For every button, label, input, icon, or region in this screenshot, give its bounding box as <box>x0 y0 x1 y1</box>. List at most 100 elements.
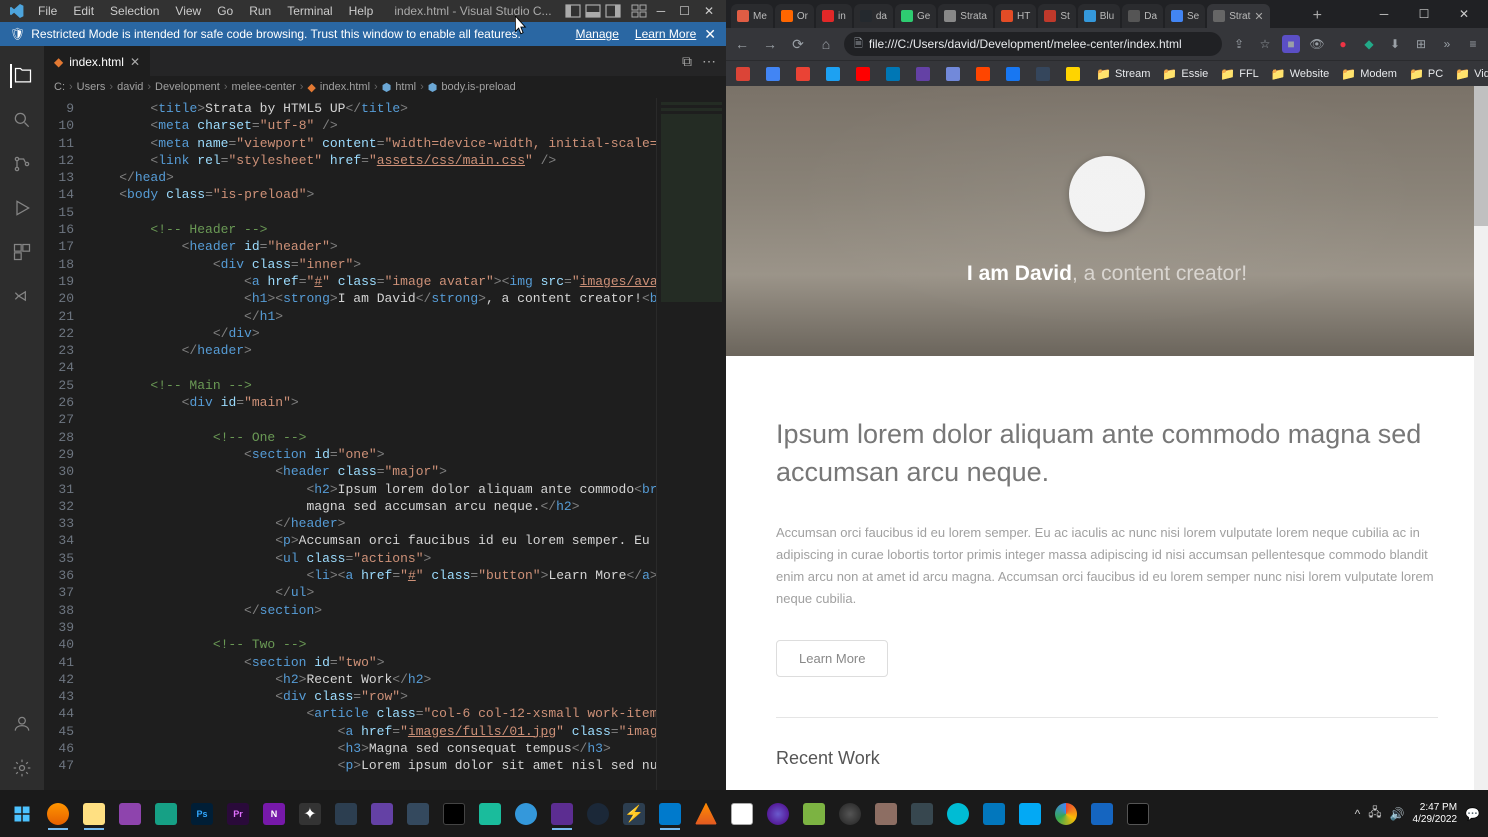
explorer-icon[interactable] <box>10 64 34 88</box>
taskbar-onenote[interactable]: N <box>258 796 290 832</box>
customize-layout-icon[interactable] <box>631 3 647 19</box>
menu-view[interactable]: View <box>167 2 209 20</box>
bookmark-item[interactable] <box>762 65 788 83</box>
taskbar-vscode[interactable] <box>654 796 686 832</box>
taskbar-app-6[interactable] <box>438 796 470 832</box>
toggle-panel-right-icon[interactable] <box>605 3 621 19</box>
taskbar-app-7[interactable] <box>474 796 506 832</box>
taskbar-app-15[interactable] <box>942 796 974 832</box>
menu-file[interactable]: File <box>30 2 65 20</box>
taskbar-photoshop[interactable]: Ps <box>186 796 218 832</box>
ext-icon-3[interactable]: ● <box>1334 35 1352 53</box>
downloads-icon[interactable]: ⬇ <box>1386 35 1404 53</box>
tray-chevron-icon[interactable]: ^ <box>1355 807 1361 821</box>
bookmark-item[interactable] <box>1062 65 1088 83</box>
notifications-icon[interactable]: 💬 <box>1465 807 1480 821</box>
toggle-panel-left-icon[interactable] <box>565 3 581 19</box>
bookmark-item[interactable]: 📁Stream <box>1092 65 1154 83</box>
menu-edit[interactable]: Edit <box>65 2 102 20</box>
start-button[interactable] <box>4 796 40 832</box>
toggle-panel-bottom-icon[interactable] <box>585 3 601 19</box>
bookmark-item[interactable] <box>732 65 758 83</box>
taskbar-app-9[interactable]: ⚡ <box>618 796 650 832</box>
apps-icon[interactable]: ⊞ <box>1412 35 1430 53</box>
bookmark-item[interactable] <box>942 65 968 83</box>
taskbar-app-14[interactable] <box>906 796 938 832</box>
browser-tab[interactable]: da <box>854 4 893 28</box>
menu-run[interactable]: Run <box>241 2 279 20</box>
taskbar-app-2[interactable] <box>150 796 182 832</box>
menu-go[interactable]: Go <box>209 2 241 20</box>
taskbar-app-3[interactable]: ✦ <box>294 796 326 832</box>
browser-tab[interactable]: HT <box>995 4 1036 28</box>
browser-menu-icon[interactable]: ≡ <box>1464 35 1482 53</box>
settings-icon[interactable] <box>10 756 34 780</box>
live-share-icon[interactable] <box>10 284 34 308</box>
taskbar-app-4[interactable] <box>330 796 362 832</box>
learn-more-link[interactable]: Learn More <box>635 27 696 41</box>
bookmark-item[interactable]: 📁Videos <box>1451 65 1488 83</box>
taskbar-app-17[interactable] <box>1014 796 1046 832</box>
taskbar-app-8[interactable] <box>510 796 542 832</box>
browser-minimize-icon[interactable]: ─ <box>1364 0 1404 28</box>
bookmark-item[interactable]: 📁FFL <box>1216 65 1263 83</box>
search-icon[interactable] <box>10 108 34 132</box>
bookmark-item[interactable]: 📁Modem <box>1337 65 1401 83</box>
taskbar-app-1[interactable] <box>114 796 146 832</box>
taskbar-firefox[interactable] <box>42 796 74 832</box>
tab-close-icon[interactable]: ✕ <box>130 55 140 69</box>
split-editor-icon[interactable]: ⧉ <box>682 53 692 70</box>
taskbar-vlc[interactable] <box>690 796 722 832</box>
code-content[interactable]: <title>Strata by HTML5 UP</title> <meta … <box>88 98 656 790</box>
browser-tab[interactable]: in <box>816 4 852 28</box>
bookmark-item[interactable]: 📁PC <box>1405 65 1447 83</box>
bookmark-item[interactable]: 📁Essie <box>1158 65 1212 83</box>
clock[interactable]: 2:47 PM 4/29/2022 <box>1413 802 1458 826</box>
browser-tab[interactable]: Strat✕ <box>1207 4 1269 28</box>
taskbar-cmd[interactable] <box>1122 796 1154 832</box>
run-debug-icon[interactable] <box>10 196 34 220</box>
maximize-icon[interactable]: ☐ <box>679 4 690 18</box>
bookmark-item[interactable] <box>882 65 908 83</box>
taskbar-visualstudio[interactable] <box>546 796 578 832</box>
ext-icon-1[interactable]: ■ <box>1282 35 1300 53</box>
taskbar-twitch[interactable] <box>366 796 398 832</box>
browser-tab[interactable]: Da <box>1122 4 1163 28</box>
new-tab-button[interactable]: + <box>1305 4 1329 28</box>
source-control-icon[interactable] <box>10 152 34 176</box>
bookmark-item[interactable] <box>852 65 878 83</box>
bookmark-item[interactable] <box>1002 65 1028 83</box>
code-editor[interactable]: 9101112131415161718192021222324252627282… <box>44 98 726 790</box>
bookmark-item[interactable] <box>822 65 848 83</box>
taskbar-app-13[interactable] <box>870 796 902 832</box>
taskbar-app-5[interactable] <box>402 796 434 832</box>
bookmark-item[interactable] <box>792 65 818 83</box>
menu-help[interactable]: Help <box>341 2 382 20</box>
ext-icon-2[interactable]: 👁 <box>1308 35 1326 53</box>
taskbar-app-10[interactable] <box>762 796 794 832</box>
taskbar-app-11[interactable] <box>798 796 830 832</box>
taskbar-notepad[interactable] <box>726 796 758 832</box>
bookmark-item[interactable] <box>972 65 998 83</box>
close-banner-icon[interactable]: ✕ <box>704 26 716 43</box>
taskbar-app-19[interactable] <box>1086 796 1118 832</box>
menu-terminal[interactable]: Terminal <box>279 2 340 20</box>
browser-tab[interactable]: Ge <box>895 4 936 28</box>
learn-more-button[interactable]: Learn More <box>776 640 888 677</box>
taskbar-explorer[interactable] <box>78 796 110 832</box>
browser-tab[interactable]: Se <box>1165 4 1205 28</box>
browser-tab[interactable]: St <box>1038 4 1075 28</box>
back-icon[interactable]: ← <box>732 36 752 52</box>
forward-icon[interactable]: → <box>760 36 780 52</box>
bookmark-item[interactable] <box>912 65 938 83</box>
avatar-image[interactable] <box>1069 156 1145 232</box>
taskbar-steam[interactable] <box>582 796 614 832</box>
reload-icon[interactable]: ⟳ <box>788 36 808 53</box>
browser-tab[interactable]: Me <box>731 4 773 28</box>
minimize-icon[interactable]: ─ <box>657 4 666 18</box>
tray-network-icon[interactable]: 🖧 <box>1368 803 1381 824</box>
share-icon[interactable]: ⇪ <box>1230 35 1248 53</box>
menu-selection[interactable]: Selection <box>102 2 167 20</box>
taskbar-app-18[interactable] <box>1050 796 1082 832</box>
taskbar-app-12[interactable] <box>834 796 866 832</box>
